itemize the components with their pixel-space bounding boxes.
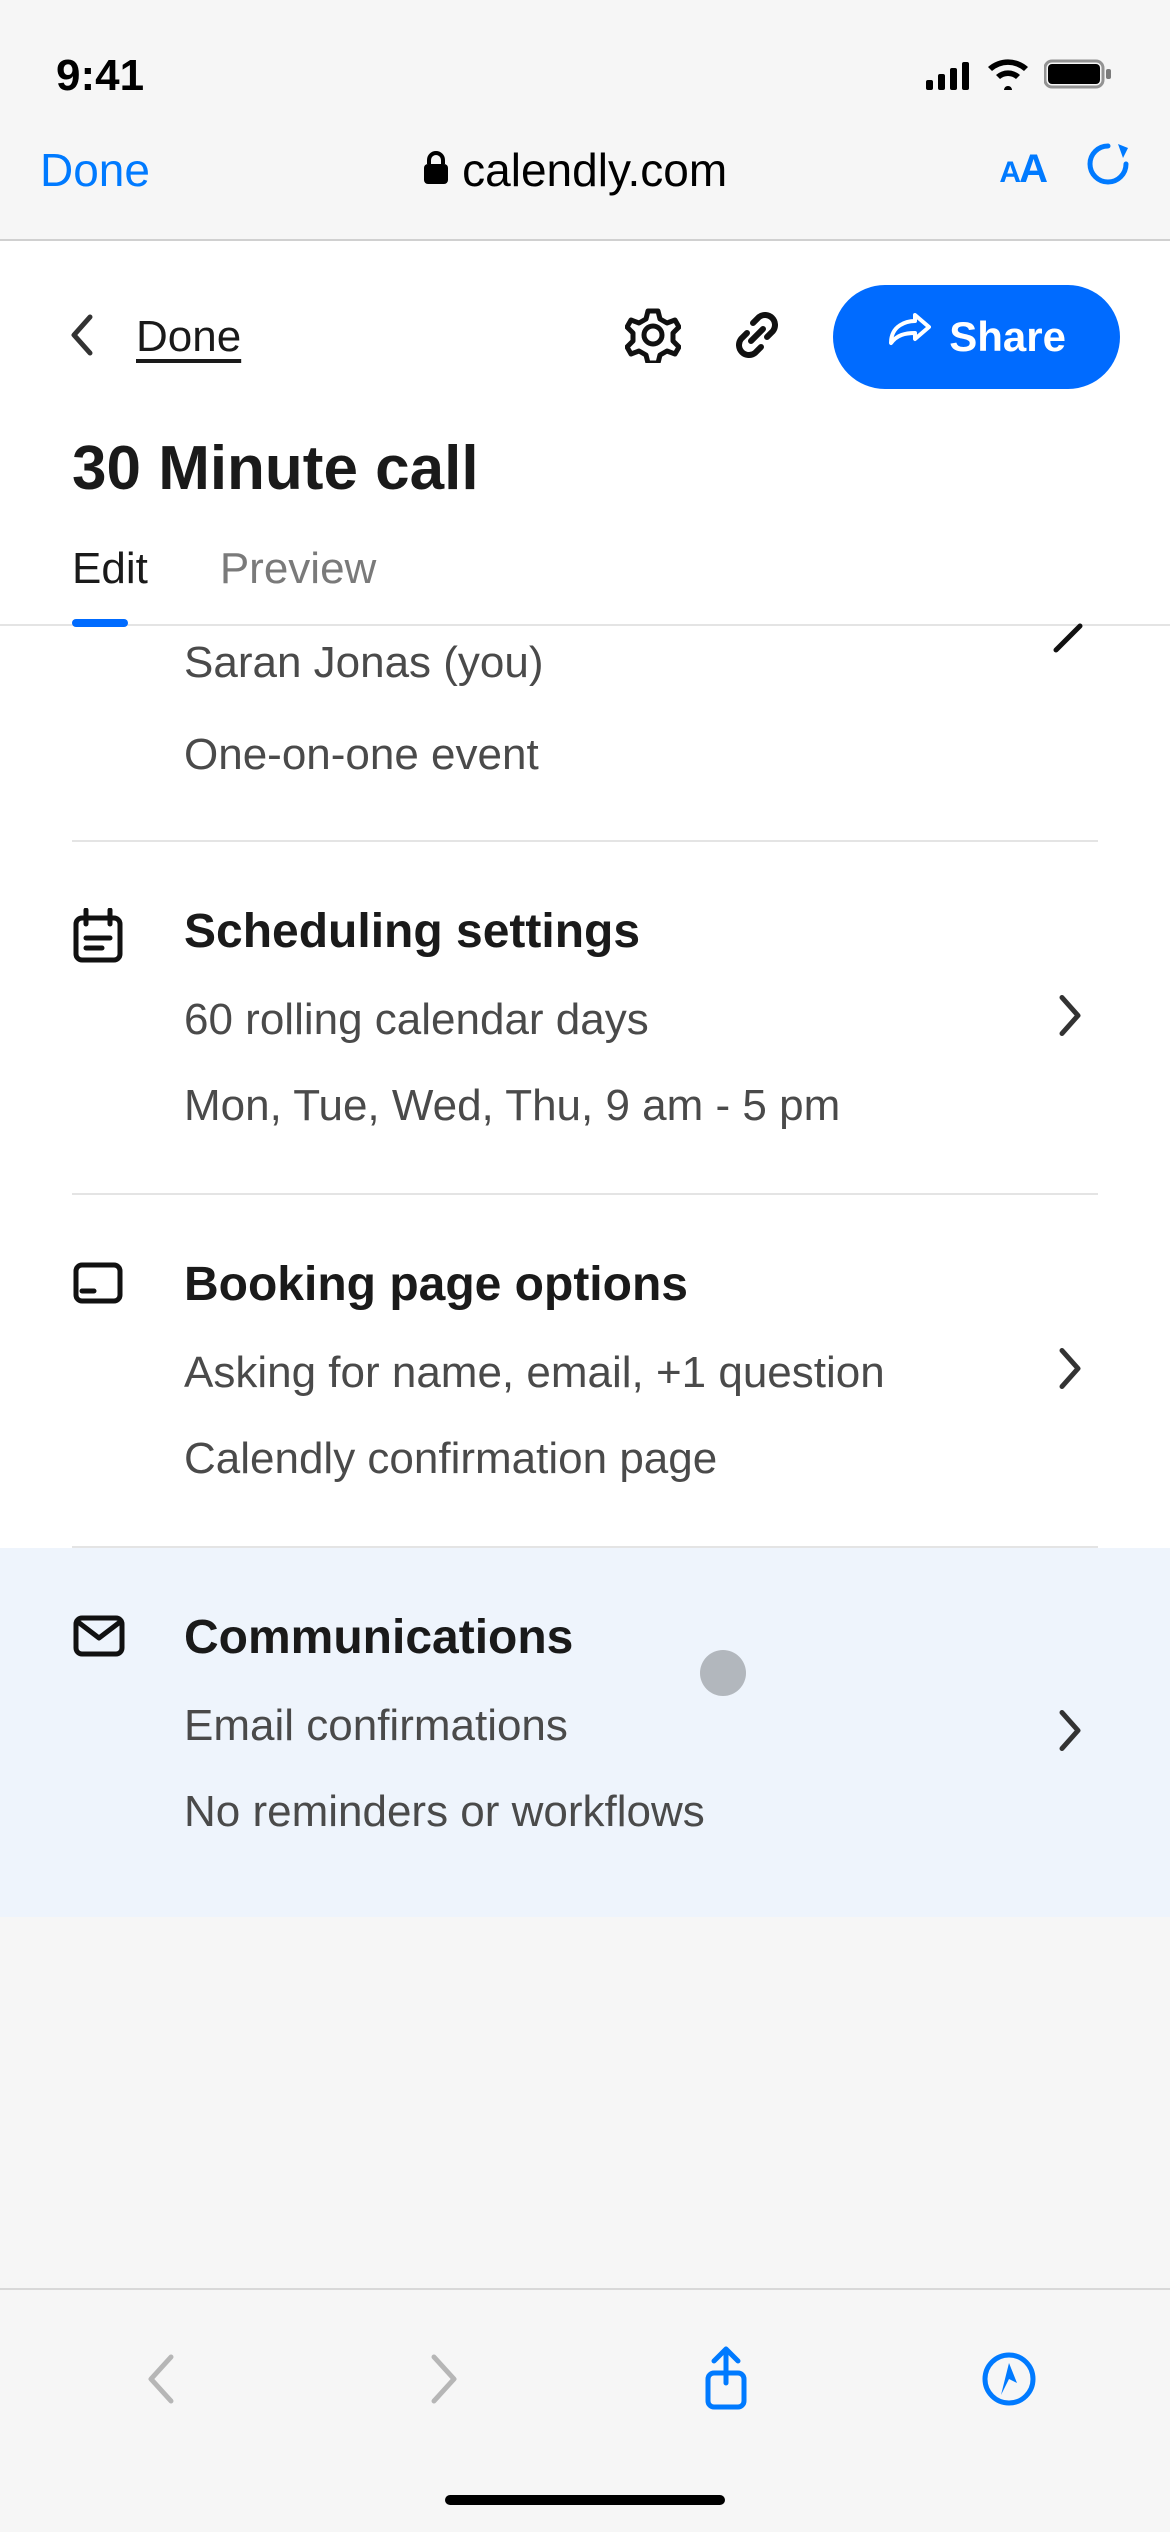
tabs: Edit Preview [0,544,1170,624]
lock-icon [422,143,450,197]
communications-confirmations: Email confirmations [184,1701,1098,1751]
browser-url[interactable]: calendly.com [422,143,727,197]
communications-title: Communications [184,1610,1098,1665]
back-button[interactable] [68,313,96,362]
done-link[interactable]: Done [136,312,241,362]
battery-icon [1044,51,1114,101]
safari-toolbar [0,2288,1170,2468]
chevron-right-icon [1056,1344,1084,1397]
browser-url-text: calendly.com [462,143,727,197]
browser-share-button[interactable] [684,2337,768,2421]
booking-confirmation: Calendly confirmation page [184,1434,1098,1484]
tab-preview[interactable]: Preview [220,544,377,624]
section-communications[interactable]: Communications Email confirmations No re… [0,1548,1170,1917]
browser-back-button[interactable] [119,2337,203,2421]
event-type: One-on-one event [184,730,1098,780]
status-time: 9:41 [56,51,144,101]
share-label: Share [949,313,1066,361]
section-booking-page-options[interactable]: Booking page options Asking for name, em… [0,1195,1170,1546]
status-bar: 9:41 [0,0,1170,140]
tab-edit[interactable]: Edit [72,544,148,624]
event-title: 30 Minute call [0,433,1170,544]
scheduling-availability: Mon, Tue, Wed, Thu, 9 am - 5 pm [184,1081,1098,1131]
browser-address-bar: Done calendly.com AA [0,140,1170,239]
browser-forward-button[interactable] [402,2337,486,2421]
envelope-icon [72,1614,132,1837]
share-arrow-icon [887,313,931,361]
app-toolbar: Done Share [0,241,1170,433]
host-name: Saran Jonas (you) [184,638,1098,688]
share-button[interactable]: Share [833,285,1120,389]
wifi-icon [986,51,1030,101]
section-host[interactable]: Saran Jonas (you) One-on-one event [0,626,1170,840]
browser-tabs-button[interactable] [967,2337,1051,2421]
communications-reminders: No reminders or workflows [184,1787,1098,1837]
booking-title: Booking page options [184,1257,1098,1312]
scheduling-title: Scheduling settings [184,904,1098,959]
reload-button[interactable] [1086,140,1130,199]
home-indicator [0,2468,1170,2532]
calendar-icon [72,908,132,1131]
tab-edit-label: Edit [72,544,148,593]
browser-done-button[interactable]: Done [40,143,150,197]
chevron-right-icon [1056,1706,1084,1759]
touch-indicator [700,1650,746,1696]
cellular-icon [926,51,972,101]
text-size-button[interactable]: AA [999,147,1046,192]
section-scheduling-settings[interactable]: Scheduling settings 60 rolling calendar … [0,842,1170,1193]
card-icon [72,1261,132,1484]
copy-link-button[interactable] [729,307,785,368]
status-indicators [926,51,1114,101]
chevron-right-icon [1056,991,1084,1044]
edit-host-icon[interactable] [1050,616,1090,661]
scheduling-rolling-days: 60 rolling calendar days [184,995,1098,1045]
booking-questions: Asking for name, email, +1 question [184,1348,1098,1398]
settings-button[interactable] [625,307,681,368]
